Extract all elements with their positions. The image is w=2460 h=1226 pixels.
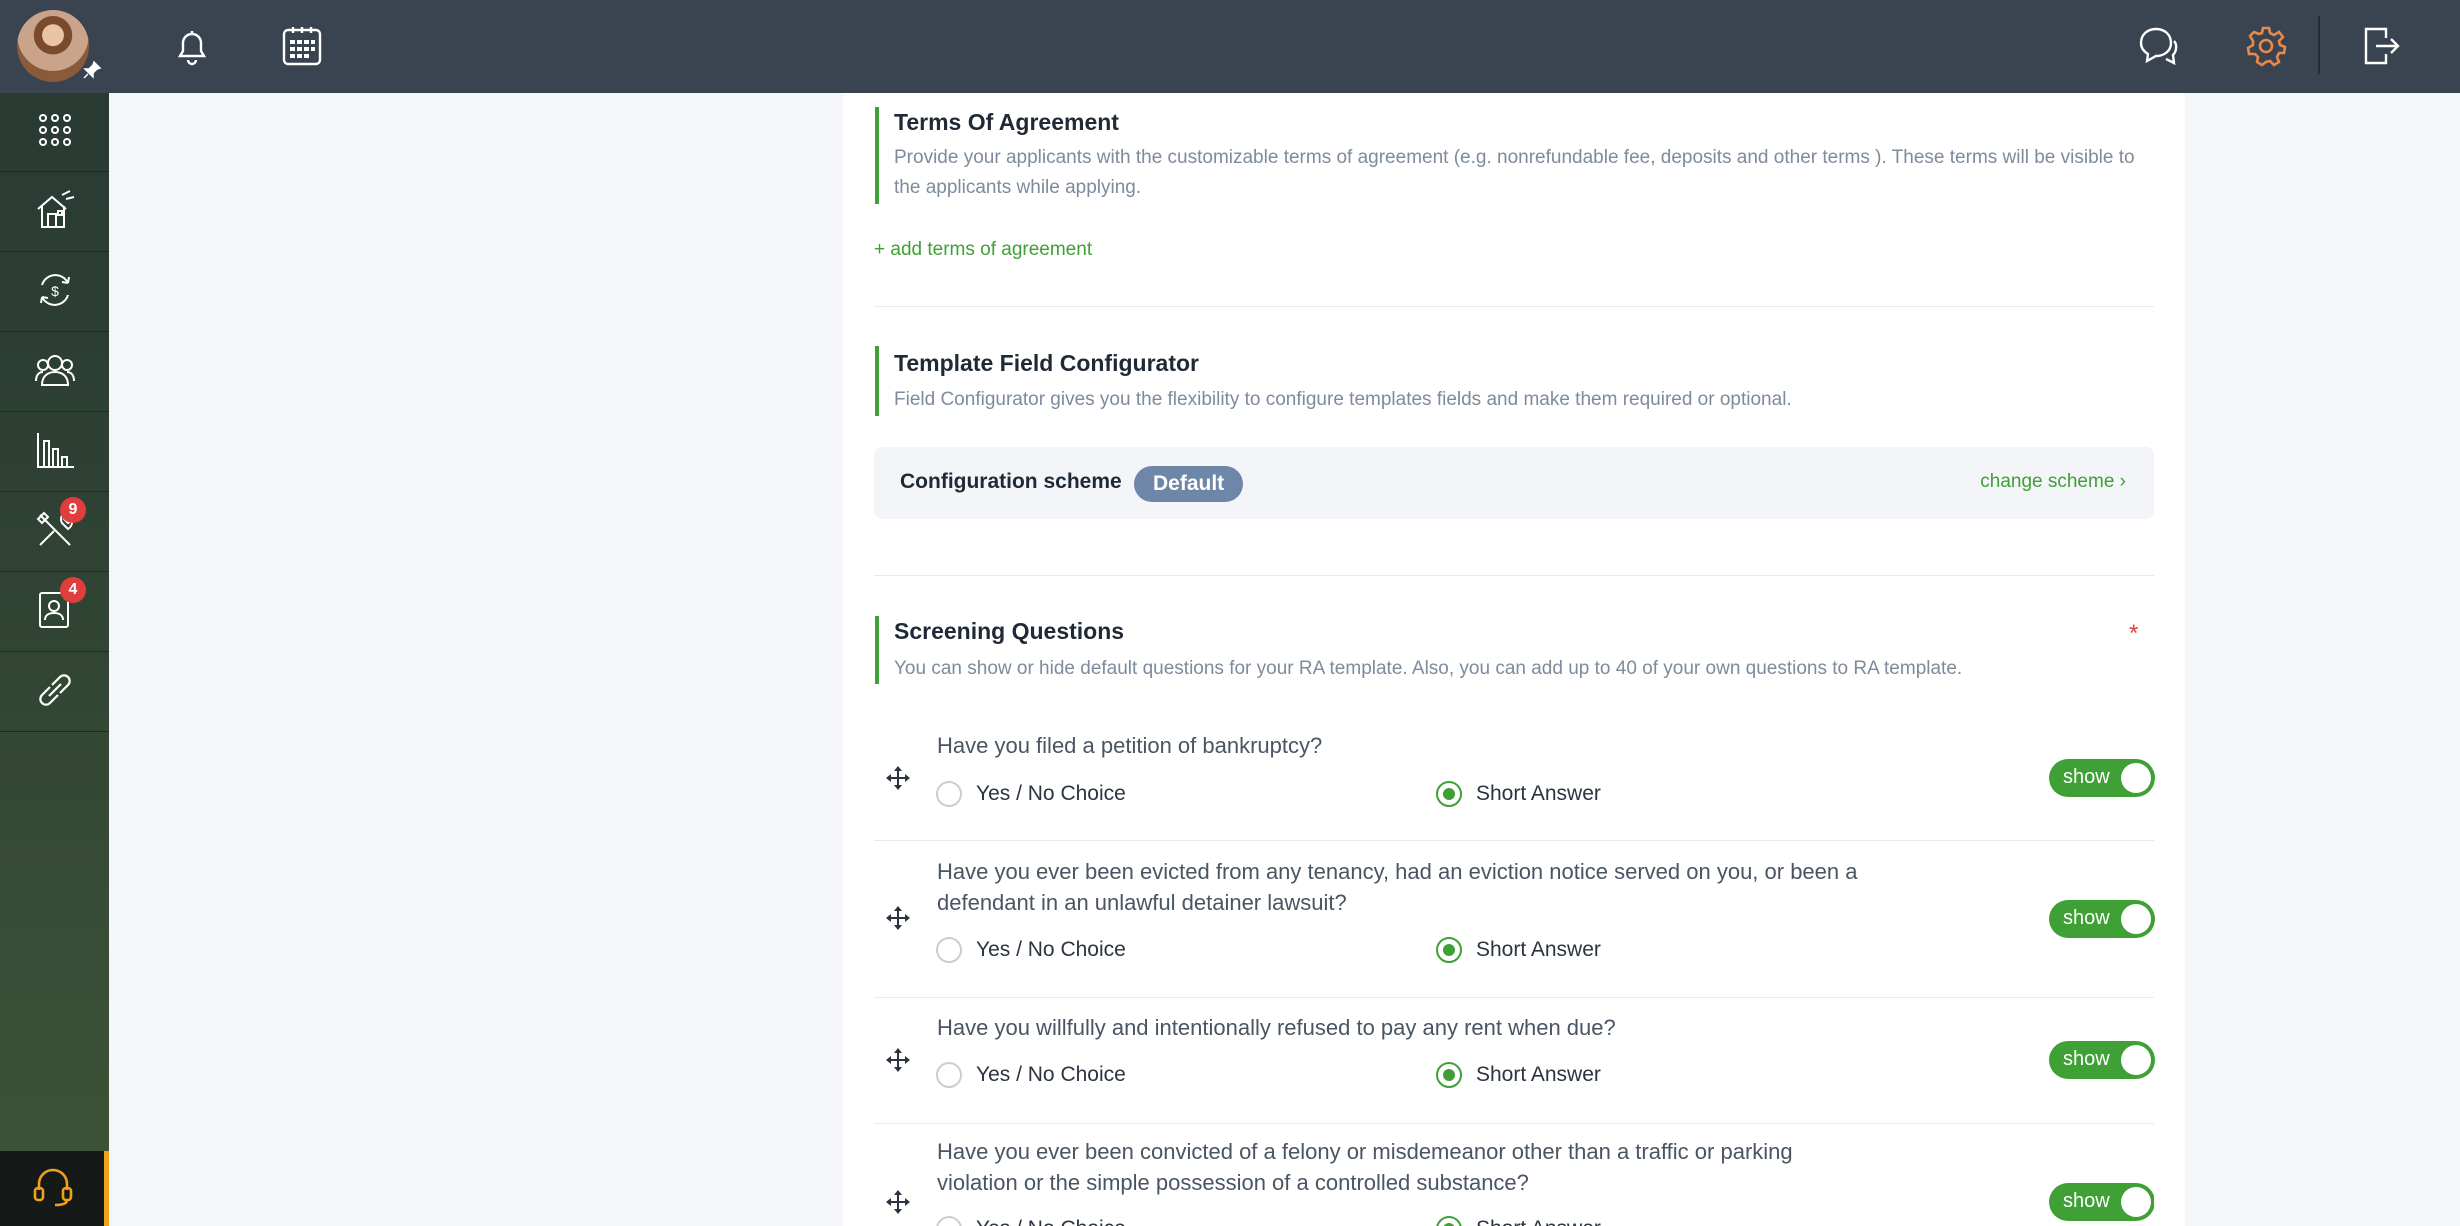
short-answer-radio[interactable] (1436, 781, 1462, 807)
people-icon (34, 349, 76, 396)
yes-no-radio[interactable] (936, 781, 962, 807)
headset-icon (31, 1164, 75, 1213)
show-toggle[interactable]: show (2049, 1041, 2155, 1079)
sidebar-item-people[interactable] (0, 333, 109, 412)
toggle-knob (2121, 904, 2151, 934)
question-row: Have you filed a petition of bankruptcy?… (874, 726, 2155, 841)
configuration-scheme-box: Configuration scheme Default change sche… (874, 447, 2154, 519)
applications-badge: 4 (60, 577, 86, 603)
drag-handle-icon[interactable] (886, 1048, 910, 1072)
yes-no-label: Yes / No Choice (976, 1217, 1126, 1226)
terms-description: Provide your applicants with the customi… (894, 147, 2135, 198)
chat-icon[interactable] (2132, 20, 2184, 72)
yes-no-label: Yes / No Choice (976, 1063, 1126, 1086)
section-accent (875, 107, 879, 204)
reports-icon (34, 429, 76, 476)
pin-icon[interactable] (82, 60, 104, 82)
section-accent (875, 616, 879, 684)
question-text: Have you willfully and intentionally ref… (937, 1015, 1616, 1040)
divider (874, 1123, 2154, 1124)
show-toggle[interactable]: show (2049, 759, 2155, 797)
question-text: Have you ever been convicted of a felony… (937, 1139, 1793, 1195)
yes-no-radio[interactable] (936, 1062, 962, 1088)
short-answer-radio[interactable] (1436, 1062, 1462, 1088)
sidebar: $ 9 4 (0, 93, 109, 1226)
question-row: Have you ever been convicted of a felony… (874, 1136, 2154, 1226)
sidebar-item-properties[interactable] (0, 173, 109, 252)
yes-no-label: Yes / No Choice (976, 782, 1126, 805)
sidebar-item-applications[interactable]: 4 (0, 573, 109, 652)
calendar-icon[interactable] (276, 20, 328, 72)
sidebar-item-link[interactable] (0, 653, 109, 732)
question-text: Have you ever been evicted from any tena… (937, 859, 1858, 915)
drag-handle-icon[interactable] (886, 906, 910, 930)
required-mark: * (2129, 620, 2139, 647)
short-answer-option[interactable]: Short Answer (1436, 937, 1601, 963)
divider (874, 575, 2154, 576)
question-text: Have you filed a petition of bankruptcy? (937, 733, 1323, 758)
yes-no-option[interactable]: Yes / No Choice (936, 937, 1126, 963)
short-answer-option[interactable]: Short Answer (1436, 1062, 1601, 1088)
change-scheme-link[interactable]: change scheme › (1980, 471, 2126, 493)
screening-description: You can show or hide default questions f… (894, 658, 1963, 679)
short-answer-label: Short Answer (1476, 938, 1601, 961)
apps-grid-icon (37, 112, 73, 153)
divider (874, 306, 2154, 307)
short-answer-radio[interactable] (1436, 1216, 1462, 1226)
drag-handle-icon[interactable] (886, 766, 910, 790)
sidebar-item-payments[interactable]: $ (0, 253, 109, 332)
toggle-label: show (2063, 766, 2110, 788)
yes-no-radio[interactable] (936, 937, 962, 963)
yes-no-option[interactable]: Yes / No Choice (936, 1216, 1126, 1226)
screening-title: Screening Questions (894, 618, 1125, 644)
gear-icon[interactable] (2240, 20, 2292, 72)
short-answer-option[interactable]: Short Answer (1436, 1216, 1601, 1226)
yes-no-label: Yes / No Choice (976, 938, 1126, 961)
user-avatar[interactable] (17, 10, 89, 82)
toggle-label: show (2063, 1048, 2110, 1070)
question-row: Have you ever been evicted from any tena… (874, 852, 2155, 998)
sidebar-item-maintenance[interactable]: 9 (0, 493, 109, 572)
short-answer-label: Short Answer (1476, 1217, 1601, 1226)
short-answer-label: Short Answer (1476, 1063, 1601, 1086)
short-answer-option[interactable]: Short Answer (1436, 781, 1601, 807)
yes-no-option[interactable]: Yes / No Choice (936, 1062, 1126, 1088)
yes-no-option[interactable]: Yes / No Choice (936, 781, 1126, 807)
toggle-knob (2121, 763, 2151, 793)
properties-icon (34, 189, 76, 236)
svg-text:$: $ (51, 283, 59, 299)
top-divider (2318, 16, 2320, 74)
section-accent (875, 346, 879, 416)
terms-title: Terms Of Agreement (894, 109, 1119, 135)
sidebar-item-reports[interactable] (0, 413, 109, 492)
add-terms-link[interactable]: + add terms of agreement (874, 239, 1092, 261)
toggle-label: show (2063, 1190, 2110, 1212)
payments-icon: $ (34, 269, 76, 316)
sidebar-item-apps[interactable] (0, 93, 109, 172)
scheme-badge: Default (1134, 466, 1244, 502)
divider (874, 997, 2154, 998)
help-button[interactable] (0, 1151, 106, 1226)
logout-icon[interactable] (2354, 20, 2406, 72)
top-bar (0, 0, 2460, 93)
divider (874, 840, 2154, 841)
short-answer-radio[interactable] (1436, 937, 1462, 963)
toggle-knob (2121, 1187, 2151, 1217)
toggle-label: show (2063, 907, 2110, 929)
show-toggle[interactable]: show (2049, 900, 2155, 938)
configurator-title: Template Field Configurator (894, 350, 1199, 376)
short-answer-label: Short Answer (1476, 782, 1601, 805)
configurator-description: Field Configurator gives you the flexibi… (894, 389, 1792, 410)
help-accent-bar (104, 1151, 109, 1226)
show-toggle[interactable]: show (2049, 1183, 2154, 1221)
drag-handle-icon[interactable] (886, 1190, 910, 1214)
bell-icon[interactable] (166, 20, 218, 72)
scheme-label: Configuration scheme (900, 470, 1122, 493)
link-icon (34, 669, 76, 716)
maintenance-badge: 9 (60, 497, 86, 523)
question-row: Have you willfully and intentionally ref… (874, 1010, 2155, 1124)
toggle-knob (2121, 1045, 2151, 1075)
yes-no-radio[interactable] (936, 1216, 962, 1226)
